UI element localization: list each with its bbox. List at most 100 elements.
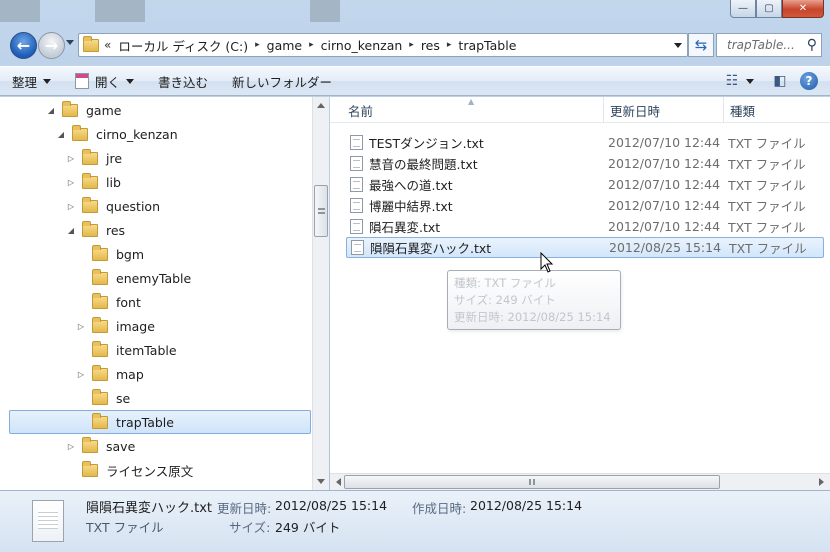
scroll-up-arrow[interactable] [317,103,325,108]
column-type-label: 種類 [730,103,756,119]
folder-icon [92,340,108,357]
tree-expander[interactable]: ▷ [66,178,76,187]
file-list-hscrollbar[interactable] [330,473,830,490]
scroll-right-arrow[interactable] [819,478,824,486]
tree-item-save[interactable]: ▷ save [66,434,135,458]
tree-item-jre[interactable]: ▷ jre [66,146,122,170]
breadcrumb-game[interactable]: game [267,38,302,53]
help-button[interactable]: ? [800,72,818,90]
file-row[interactable]: 隕石異変.txt 2012/07/10 12:44 TXT ファイル [346,216,824,237]
tree-expander[interactable]: ▷ [66,202,76,211]
tree-item-traptable[interactable]: trapTable [9,410,311,434]
text-file-icon [350,219,363,234]
new-folder-button[interactable]: 新しいフォルダー [220,66,344,96]
tree-item-label: jre [106,150,123,166]
scroll-grip [529,479,535,485]
column-header-name[interactable]: 名前 [342,97,604,123]
folder-icon [82,436,98,453]
back-button[interactable]: ← [10,32,37,59]
details-view-icon: ☷ [725,73,739,89]
tree-item-res[interactable]: ◢ res [66,218,125,242]
view-options-button[interactable]: ☷ [726,71,755,91]
file-row[interactable]: 慧音の最終問題.txt 2012/07/10 12:44 TXT ファイル [346,153,824,174]
tree-item-cirno-kenzan[interactable]: ◢ cirno_kenzan [56,122,178,146]
address-bar[interactable]: « ローカル ディスク (C:) ▸ game ▸ cirno_kenzan ▸… [78,33,688,57]
tree-item-game[interactable]: ◢ game [46,98,121,122]
folder-icon [92,388,108,405]
scroll-left-arrow[interactable] [336,478,341,486]
scroll-thumb[interactable] [344,475,720,489]
breadcrumb-cirno-kenzan[interactable]: cirno_kenzan [321,38,403,53]
breadcrumb-overflow[interactable]: « [104,38,111,52]
tree-item-se[interactable]: se [76,386,130,410]
navigation-bar: ← → « ローカル ディスク (C:) ▸ game ▸ cirno_kenz… [0,28,830,64]
tree-item-label: lib [106,174,121,190]
recent-pages-dropdown[interactable] [66,40,74,45]
folder-icon [82,172,98,189]
text-file-icon [350,135,363,150]
tree-item-label: res [106,222,126,238]
scroll-down-arrow[interactable] [317,479,325,484]
breadcrumb-traptable[interactable]: trapTable [458,38,516,53]
file-name: 博麗中結界.txt [369,199,453,214]
explorer-window: — ▢ ✕ ← → « ローカル ディスク (C:) ▸ game ▸ cirn… [0,0,830,552]
file-row[interactable]: 博麗中結界.txt 2012/07/10 12:44 TXT ファイル [346,195,824,216]
minimize-button[interactable]: — [730,0,756,18]
details-filename: 隕隕石異変ハック.txt [86,501,213,516]
tree-expander[interactable]: ◢ [46,106,56,115]
tree-expander[interactable]: ◢ [56,130,66,139]
forward-button[interactable]: → [38,32,65,59]
column-header-type[interactable]: 種類 [724,97,830,123]
tree-item-label: font [116,294,141,310]
folder-icon [83,35,99,52]
breadcrumb-separator[interactable]: ▸ [309,40,314,50]
tree-item-enemytable[interactable]: enemyTable [76,266,191,290]
tree-expander[interactable]: ◢ [66,226,76,235]
tree-item-image[interactable]: ▷ image [76,314,155,338]
help-icon: ? [805,74,813,88]
breadcrumb-separator[interactable]: ▸ [447,40,452,50]
address-dropdown[interactable] [674,43,682,48]
file-row[interactable]: 最強への道.txt 2012/07/10 12:44 TXT ファイル [346,174,824,195]
desktop-background [95,0,145,22]
tree-expander[interactable]: ▷ [66,442,76,451]
chevron-down-icon [43,78,52,84]
folder-icon [82,148,98,165]
file-row[interactable]: TESTダンジョン.txt 2012/07/10 12:44 TXT ファイル [346,132,824,153]
organize-button[interactable]: 整理 [0,66,63,96]
text-file-icon [350,177,363,192]
tree-item-bgm[interactable]: bgm [76,242,144,266]
file-modified: 2012/07/10 12:44 [608,177,721,192]
folder-icon [92,292,108,309]
scroll-thumb[interactable] [314,185,328,237]
open-button[interactable]: 開く [63,66,146,96]
tree-item-lib[interactable]: ▷ lib [66,170,121,194]
tree-item-itemtable[interactable]: itemTable [76,338,177,362]
tree-item-font[interactable]: font [76,290,141,314]
file-row-selected[interactable]: 隕隕石異変ハック.txt 2012/08/25 15:14 TXT ファイル [346,237,824,258]
file-modified: 2012/07/10 12:44 [608,219,721,234]
refresh-button[interactable]: ⇆ [688,33,714,57]
tree-expander[interactable]: ▷ [66,154,76,163]
navigation-scrollbar[interactable] [312,97,329,490]
tree-item-map[interactable]: ▷ map [76,362,144,386]
tree-item-question[interactable]: ▷ question [66,194,160,218]
close-button[interactable]: ✕ [782,0,824,18]
details-created-value: 2012/08/25 15:14 [470,498,583,513]
breadcrumb-res[interactable]: res [421,38,440,53]
preview-pane-button[interactable]: ◧ [770,71,790,91]
column-header-modified[interactable]: 更新日時 [604,97,724,123]
breadcrumb-separator[interactable]: ▸ [255,40,260,50]
preview-pane-icon: ◧ [773,73,787,89]
column-name-label: 名前 [348,103,374,119]
tree-item-license[interactable]: ライセンス原文 [66,458,193,482]
breadcrumb-local-disk[interactable]: ローカル ディスク (C:) [118,36,248,55]
tree-expander[interactable]: ▷ [76,370,86,379]
scroll-grip [318,208,325,214]
file-type: TXT ファイル [728,220,806,235]
tree-expander[interactable]: ▷ [76,322,86,331]
breadcrumb-separator[interactable]: ▸ [409,40,414,50]
search-input[interactable]: trapTable... ⚲ [716,33,822,57]
maximize-button[interactable]: ▢ [756,0,782,18]
burn-button[interactable]: 書き込む [146,66,220,96]
